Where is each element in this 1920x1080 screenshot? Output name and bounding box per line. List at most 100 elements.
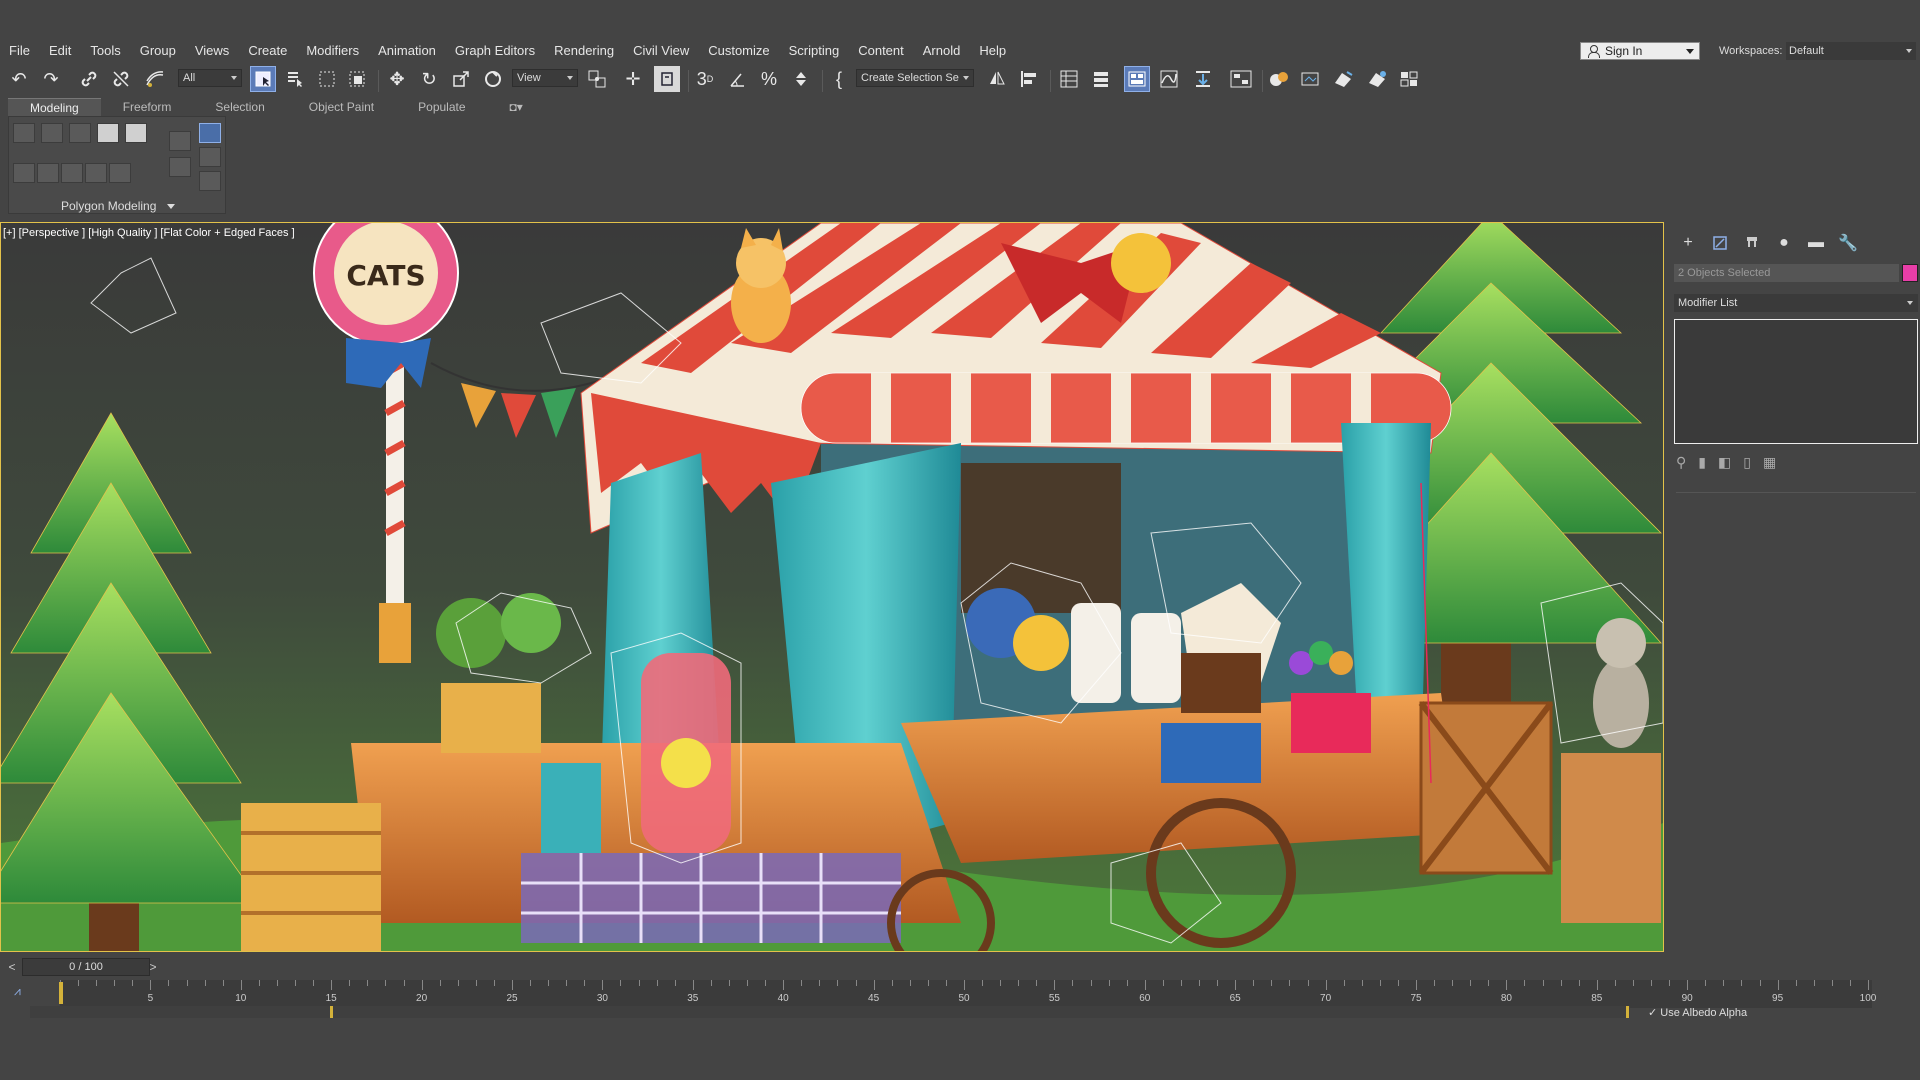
viewport-label[interactable]: [+] [Perspective ] [High Quality ] [Flat… bbox=[3, 227, 295, 239]
render-setup-icon[interactable] bbox=[1298, 66, 1324, 92]
redo-icon[interactable]: ↷ bbox=[38, 66, 64, 92]
dope-sheet-icon[interactable] bbox=[1190, 66, 1216, 92]
menu-create[interactable]: Create bbox=[239, 43, 297, 58]
preserve-uvs-icon[interactable] bbox=[37, 163, 59, 183]
move-icon[interactable]: ✥ bbox=[384, 66, 410, 92]
snap-icon[interactable]: 3D bbox=[692, 66, 718, 92]
playhead[interactable] bbox=[59, 982, 63, 1004]
curve-editor-icon[interactable] bbox=[1156, 66, 1182, 92]
scale-icon[interactable] bbox=[448, 66, 474, 92]
align-icon[interactable] bbox=[1016, 66, 1042, 92]
material-editor-icon[interactable] bbox=[1266, 66, 1292, 92]
percent-snap-icon[interactable]: % bbox=[756, 66, 782, 92]
menu-content[interactable]: Content bbox=[849, 43, 914, 58]
create-tab-icon[interactable]: + bbox=[1676, 232, 1700, 254]
rect-region-icon[interactable] bbox=[314, 66, 340, 92]
time-slider-next-icon[interactable]: > bbox=[145, 958, 161, 976]
scene-explorer-icon[interactable] bbox=[1056, 66, 1082, 92]
rotate-icon[interactable]: ↻ bbox=[416, 66, 442, 92]
spinner-snap-icon[interactable] bbox=[788, 66, 814, 92]
tab-modeling[interactable]: Modeling bbox=[8, 98, 101, 116]
tab-freeform[interactable]: Freeform bbox=[101, 98, 194, 116]
angle-snap-icon[interactable] bbox=[724, 66, 750, 92]
window-crossing-icon[interactable] bbox=[344, 66, 370, 92]
use-albedo-alpha-checkbox[interactable]: ✓ Use Albedo Alpha bbox=[1648, 1006, 1747, 1019]
curve-editor-toggle-icon[interactable]: ⩘ bbox=[14, 984, 21, 999]
ignore-backfacing-icon[interactable] bbox=[61, 163, 83, 183]
border-mode-icon[interactable] bbox=[69, 123, 91, 143]
collapse-stack-icon[interactable] bbox=[85, 163, 107, 183]
select-by-name-icon[interactable] bbox=[282, 66, 308, 92]
selection-center-icon[interactable] bbox=[584, 66, 610, 92]
selection-filter-dropdown[interactable]: All bbox=[178, 69, 242, 87]
menu-customize[interactable]: Customize bbox=[699, 43, 779, 58]
time-slider[interactable]: 0 / 100 bbox=[22, 958, 150, 976]
range-bar[interactable] bbox=[30, 1006, 1630, 1018]
named-selection-dropdown[interactable]: Create Selection Se bbox=[856, 69, 974, 87]
modifier-stack[interactable] bbox=[1674, 319, 1918, 444]
chevron-down-icon[interactable] bbox=[167, 204, 175, 209]
menu-civil-view[interactable]: Civil View bbox=[624, 43, 699, 58]
make-unique-icon[interactable] bbox=[199, 171, 221, 191]
polygon-modeling-label[interactable]: Polygon Modeling bbox=[61, 199, 156, 213]
render-icon[interactable] bbox=[1364, 66, 1390, 92]
unlink-icon[interactable] bbox=[108, 66, 134, 92]
range-start-marker[interactable] bbox=[330, 1006, 333, 1018]
make-unique-icon[interactable]: ◧ bbox=[1718, 454, 1731, 471]
mirror-icon[interactable] bbox=[984, 66, 1010, 92]
keyboard-shortcut-override-icon[interactable] bbox=[654, 66, 680, 92]
tab-object-paint[interactable]: Object Paint bbox=[287, 98, 396, 116]
tab-selection[interactable]: Selection bbox=[193, 98, 286, 116]
modify-mode-icon[interactable] bbox=[13, 163, 35, 183]
element-mode-icon[interactable] bbox=[125, 123, 147, 143]
next-modifier-icon[interactable] bbox=[169, 157, 191, 177]
time-slider-prev-icon[interactable]: < bbox=[4, 958, 20, 976]
toggle-command-panel-icon[interactable] bbox=[109, 163, 131, 183]
utilities-tab-icon[interactable]: 🔧 bbox=[1836, 232, 1860, 254]
modify-tab-icon[interactable] bbox=[1708, 232, 1732, 254]
vertex-mode-icon[interactable] bbox=[13, 123, 35, 143]
link-icon[interactable] bbox=[76, 66, 102, 92]
modifier-list-dropdown[interactable]: Modifier List bbox=[1674, 294, 1918, 312]
render-frame-icon[interactable] bbox=[1330, 66, 1356, 92]
menu-scripting[interactable]: Scripting bbox=[780, 43, 850, 58]
ribbon-options-icon[interactable]: ◘▾ bbox=[488, 98, 545, 116]
display-tab-icon[interactable]: ▬ bbox=[1804, 232, 1828, 254]
place-icon[interactable] bbox=[480, 66, 506, 92]
range-end-marker[interactable] bbox=[1626, 1006, 1629, 1018]
object-color-swatch[interactable] bbox=[1902, 264, 1918, 282]
motion-tab-icon[interactable]: ● bbox=[1772, 232, 1796, 254]
sign-in-button[interactable]: Sign In bbox=[1580, 42, 1700, 60]
hierarchy-tab-icon[interactable] bbox=[1740, 232, 1764, 254]
bind-space-warp-icon[interactable] bbox=[142, 66, 168, 92]
menu-modifiers[interactable]: Modifiers bbox=[297, 43, 369, 58]
select-object-icon[interactable] bbox=[250, 66, 276, 92]
previous-modifier-icon[interactable] bbox=[169, 131, 191, 151]
polygon-mode-icon[interactable] bbox=[97, 123, 119, 143]
menu-edit[interactable]: Edit bbox=[40, 43, 81, 58]
schematic-icon[interactable] bbox=[1228, 66, 1254, 92]
undo-icon[interactable]: ↶ bbox=[6, 66, 32, 92]
render-online-icon[interactable] bbox=[1396, 66, 1422, 92]
selection-name-field[interactable]: 2 Objects Selected bbox=[1674, 264, 1899, 282]
menu-file[interactable]: File bbox=[0, 43, 40, 58]
pin-stack-icon[interactable]: ⚲ bbox=[1676, 454, 1686, 471]
reference-coord-dropdown[interactable]: View bbox=[512, 69, 578, 87]
configure-modifier-sets-icon[interactable]: ▦ bbox=[1763, 454, 1776, 471]
menu-tools[interactable]: Tools bbox=[81, 43, 130, 58]
menu-graph-editors[interactable]: Graph Editors bbox=[446, 43, 545, 58]
perspective-viewport[interactable]: [+] [Perspective ] [High Quality ] [Flat… bbox=[0, 222, 1664, 952]
menu-arnold[interactable]: Arnold bbox=[914, 43, 971, 58]
menu-group[interactable]: Group bbox=[131, 43, 186, 58]
tab-populate[interactable]: Populate bbox=[396, 98, 487, 116]
edit-named-selection-icon[interactable]: { bbox=[826, 66, 852, 92]
menu-views[interactable]: Views bbox=[186, 43, 239, 58]
menu-rendering[interactable]: Rendering bbox=[545, 43, 624, 58]
show-end-result-icon[interactable]: ▮ bbox=[1698, 454, 1706, 471]
ribbon-toggle-icon[interactable] bbox=[1124, 66, 1150, 92]
layer-explorer-icon[interactable] bbox=[1088, 66, 1114, 92]
workspaces-dropdown[interactable]: Default bbox=[1786, 42, 1916, 60]
menu-help[interactable]: Help bbox=[970, 43, 1016, 58]
edge-mode-icon[interactable] bbox=[41, 123, 63, 143]
show-end-result-icon[interactable] bbox=[199, 123, 221, 143]
